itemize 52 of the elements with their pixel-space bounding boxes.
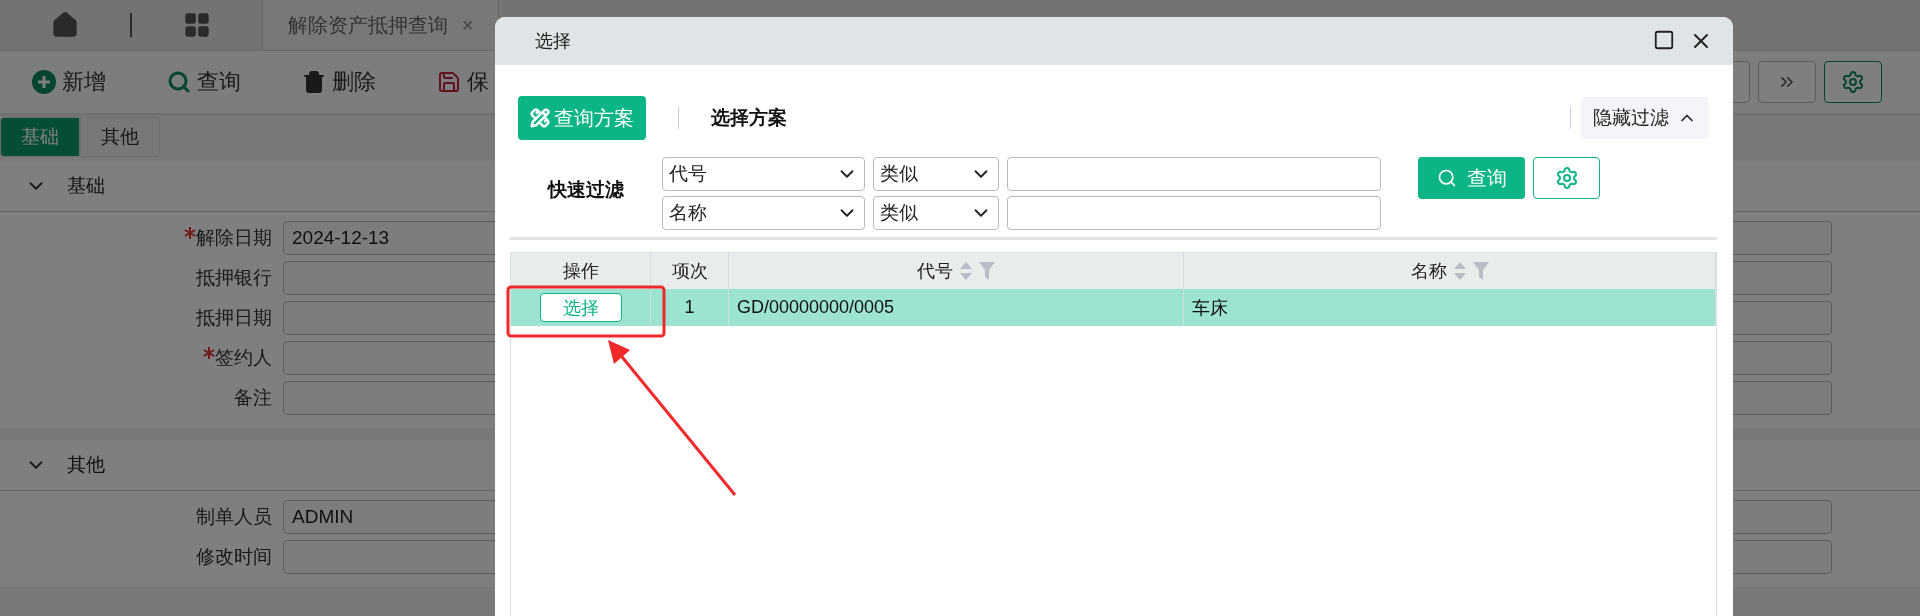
- filter-input[interactable]: [1007, 196, 1381, 230]
- settings-icon: [1841, 70, 1865, 94]
- field-label: 抵押日期: [196, 306, 272, 330]
- sort-icon[interactable]: [959, 261, 973, 281]
- field-label: 签约人: [203, 345, 272, 371]
- table-cell: GD/00000000/0005: [729, 289, 1184, 326]
- grid-icon[interactable]: [183, 11, 211, 39]
- save-icon: [437, 70, 461, 94]
- home-icon[interactable]: [51, 11, 79, 39]
- save-button[interactable]: 保: [437, 67, 572, 97]
- table-cell: 车床: [1184, 289, 1716, 326]
- table-row[interactable]: 选择 1 GD/00000000/0005 车床: [511, 289, 1716, 326]
- filter-icon[interactable]: [1472, 262, 1489, 280]
- add-button[interactable]: 新增: [32, 67, 167, 97]
- search-button[interactable]: 查询: [1418, 157, 1525, 199]
- delete-button[interactable]: 删除: [302, 67, 437, 97]
- next-button[interactable]: [1758, 61, 1816, 103]
- field-label: 抵押银行: [196, 266, 272, 290]
- table-cell: 1: [651, 289, 729, 326]
- section-title: 其他: [67, 453, 105, 477]
- field-label: 制单人员: [196, 505, 272, 529]
- query-scheme-button[interactable]: 查询方案: [518, 96, 646, 140]
- settings-icon: [1554, 166, 1579, 190]
- tab-close[interactable]: ×: [461, 13, 474, 37]
- filter-icon[interactable]: [979, 262, 995, 280]
- operator-select[interactable]: 类似: [873, 196, 999, 230]
- form-tab[interactable]: 其他: [80, 117, 160, 157]
- field-select[interactable]: 名称: [662, 196, 865, 230]
- filter-input[interactable]: [1007, 157, 1381, 191]
- hide-filter-button[interactable]: 隐藏过滤: [1581, 97, 1709, 139]
- sort-icon[interactable]: [1452, 261, 1467, 281]
- field-label: 解除日期: [184, 225, 272, 251]
- search-icon: [1436, 168, 1457, 188]
- search-button[interactable]: 查询: [167, 67, 302, 97]
- operator-select[interactable]: 类似: [873, 157, 999, 191]
- section-title: 基础: [67, 174, 105, 198]
- form-tab[interactable]: 基础: [0, 117, 80, 157]
- page-tab[interactable]: 解除资产抵押查询 ×: [262, 0, 499, 50]
- maximize-icon[interactable]: [1653, 29, 1675, 51]
- pencil-ruler-icon: [530, 108, 550, 128]
- settings-button[interactable]: [1533, 157, 1600, 199]
- field-select[interactable]: 代号: [662, 157, 865, 191]
- field-label: 备注: [234, 386, 272, 410]
- dialog-title: 选择: [535, 30, 571, 53]
- select-button[interactable]: 选择: [539, 293, 622, 322]
- settings-button[interactable]: [1824, 61, 1882, 103]
- scheme-label: 选择方案: [711, 106, 787, 130]
- field-label: 修改时间: [196, 545, 272, 569]
- plus-circle-icon: [32, 70, 56, 94]
- quick-filter-label: 快速过滤: [546, 178, 625, 202]
- trash-icon: [302, 70, 326, 94]
- search-icon: [167, 70, 191, 94]
